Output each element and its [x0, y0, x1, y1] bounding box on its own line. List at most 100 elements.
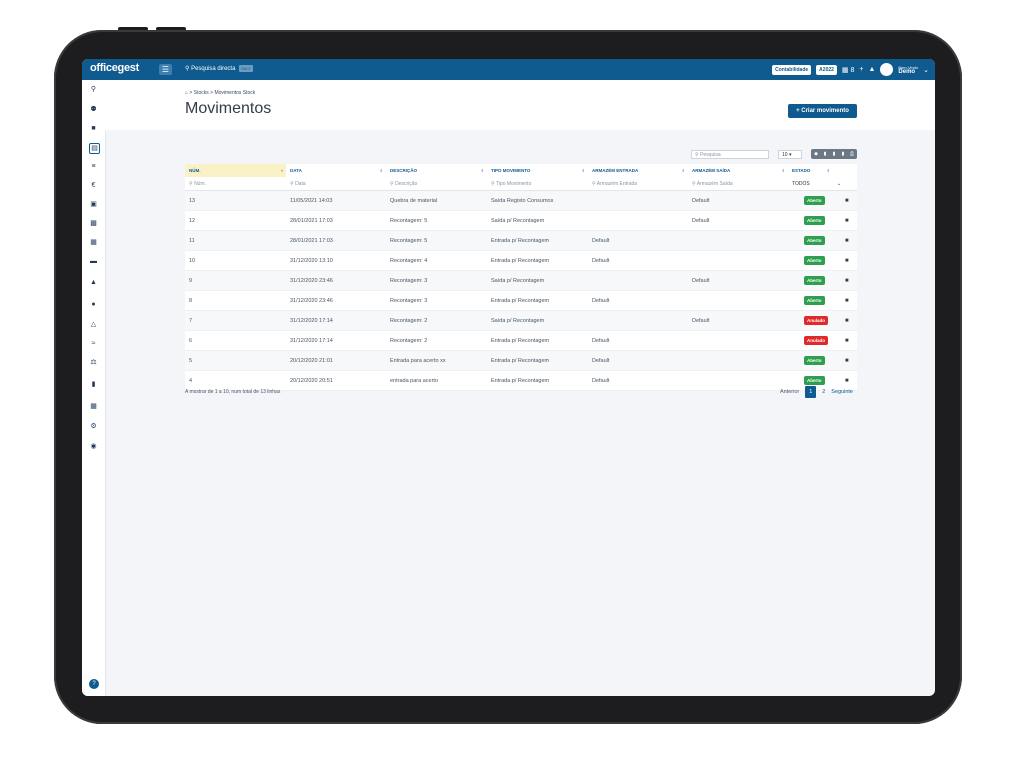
cell-date: 31/12/2020 17:14: [290, 337, 333, 344]
filter-num[interactable]: ⚲ Núm.: [185, 181, 286, 187]
col-description[interactable]: DESCRIÇÃO ⇕: [386, 168, 487, 173]
cell-warehouse-in: Default: [592, 237, 610, 244]
file-excel-icon[interactable]: ▮: [822, 151, 828, 157]
col-warehouse-in-label: ARMAZÉM ENTRADA: [592, 168, 639, 173]
cell-status: Aberto: [788, 236, 833, 245]
col-warehouse-out[interactable]: ARMAZÉM SAÍDA ⇕: [688, 168, 788, 173]
table-row[interactable]: 13 11/05/2021 14:03 Quebra de material Saíd…: [185, 191, 857, 211]
next-page-button[interactable]: Seguinte: [831, 389, 853, 395]
col-type[interactable]: TIPO MOVIMENTO ⇕: [487, 168, 588, 173]
page-length-select[interactable]: 10 ▾: [778, 149, 802, 159]
page-1-button[interactable]: 1: [805, 386, 817, 398]
table-row[interactable]: 10 31/12/2020 13:10 Recontagem: 4 Entrada p…: [185, 251, 857, 271]
table-search-input[interactable]: ⚲ Pesquisa: [691, 149, 769, 159]
stocks-chart-icon[interactable]: ▤: [89, 143, 100, 154]
file-pdf-icon[interactable]: ▮: [831, 151, 837, 157]
tag-icon[interactable]: ◆: [813, 151, 819, 157]
page-2-button[interactable]: 2: [822, 389, 825, 395]
chevron-down-icon[interactable]: ⌄: [833, 181, 857, 187]
file-csv-icon[interactable]: ▮: [840, 151, 846, 157]
menu-toggle-button[interactable]: ☰: [159, 64, 172, 75]
table-row[interactable]: 6 31/12/2020 17:14 Recontagem: 2 Entrada p/…: [185, 331, 857, 351]
cell-status: Aberto: [788, 356, 833, 365]
truck-icon[interactable]: ▬: [89, 257, 98, 266]
breadcrumb-movimentos[interactable]: Movimentos Stock: [214, 90, 255, 96]
users-icon[interactable]: ⚉: [89, 105, 98, 114]
document-icon[interactable]: ■: [845, 378, 849, 384]
table-row[interactable]: 5 20/12/2020 21:01 Entrada para acerto xx E…: [185, 351, 857, 371]
document-icon[interactable]: ■: [845, 278, 849, 284]
cell-description: Recontagem: 5: [390, 217, 428, 224]
quick-search[interactable]: ⚲ Pesquisa directa Ctrl F: [185, 65, 253, 72]
cell-actions: ■: [833, 378, 857, 384]
document-icon[interactable]: ■: [845, 358, 849, 364]
cell-type: Entrada p/ Recontagem: [491, 377, 550, 384]
col-num[interactable]: NÚM. ▾: [185, 164, 286, 177]
document-icon[interactable]: ■: [845, 218, 849, 224]
filter-status-select[interactable]: TODOS: [788, 181, 833, 187]
filter-warehouse-out[interactable]: ⚲ Armazém Saída: [688, 181, 788, 187]
list-icon[interactable]: ≡: [89, 162, 98, 171]
avatar[interactable]: [880, 63, 894, 76]
file-icon[interactable]: ▮: [89, 380, 98, 389]
year-selector[interactable]: A2022: [816, 64, 837, 75]
money-icon[interactable]: ▩: [89, 219, 98, 228]
grid-menu[interactable]: ▦ 8: [842, 66, 854, 74]
document-icon[interactable]: ■: [845, 298, 849, 304]
cell-description: Recontagem: 2: [390, 337, 428, 344]
sort-icon: ⇕: [681, 168, 685, 173]
document-icon[interactable]: ■: [845, 318, 849, 324]
user-name: Demo: [898, 68, 916, 75]
gears-icon[interactable]: ⚙: [89, 422, 98, 431]
clock-icon[interactable]: ●: [89, 300, 98, 309]
breadcrumb-stocks[interactable]: Stocks: [194, 90, 209, 96]
filter-warehouse-in[interactable]: ⚲ Armazém Entrada: [588, 181, 688, 187]
cell-description: Recontagem: 5: [390, 237, 428, 244]
table-row[interactable]: 9 31/12/2020 23:46 Recontagem: 3 Saída p/ R…: [185, 271, 857, 291]
filter-warehouse-in-placeholder: Armazém Entrada: [596, 180, 638, 187]
user-menu[interactable]: Bem-Vindo Demo: [898, 65, 918, 75]
table-row[interactable]: 12 28/01/2021 17:03 Recontagem: 5 Saída p/ …: [185, 211, 857, 231]
cell-date: 28/01/2021 17:03: [290, 217, 333, 224]
filter-date[interactable]: ⚲ Data: [286, 181, 386, 187]
filter-description[interactable]: ⚲ Descrição: [386, 181, 487, 187]
filter-type[interactable]: ⚲ Tipo Movimento: [487, 181, 588, 187]
prev-page-button[interactable]: Anterior: [780, 389, 799, 395]
support-icon[interactable]: ?: [89, 679, 99, 689]
table-row[interactable]: 8 31/12/2020 23:46 Recontagem: 3 Entrada p/…: [185, 291, 857, 311]
col-warehouse-in[interactable]: ARMAZÉM ENTRADA ⇕: [588, 168, 688, 173]
cell-type: Entrada p/ Recontagem: [491, 357, 550, 364]
filter-description-placeholder: Descrição: [395, 180, 418, 187]
col-date[interactable]: DATA ⇕: [286, 168, 386, 173]
chart-line-icon[interactable]: ≈: [89, 339, 98, 348]
table-icon[interactable]: ▦: [89, 402, 98, 411]
table-row[interactable]: 7 31/12/2020 17:14 Recontagem: 2 Saída p/ R…: [185, 311, 857, 331]
cell-num: 5: [189, 357, 193, 364]
cart-icon[interactable]: ▣: [89, 200, 98, 209]
bell-icon[interactable]: ▲: [868, 66, 875, 73]
cell-actions: ■: [833, 238, 857, 244]
col-status[interactable]: ESTADO ⇕: [788, 168, 833, 173]
cell-warehouse-out: Default: [692, 317, 710, 324]
search-icon[interactable]: ⚲: [89, 85, 98, 94]
document-icon[interactable]: ■: [845, 198, 849, 204]
table-row[interactable]: 4 20/12/2020 20:51 entrada para acerto Entr…: [185, 371, 857, 391]
archive-icon[interactable]: ■: [89, 124, 98, 133]
scale-icon[interactable]: ⚖: [89, 358, 98, 367]
euro-icon[interactable]: €: [89, 181, 98, 190]
plus-icon[interactable]: +: [859, 66, 863, 73]
table-row[interactable]: 11 28/01/2021 17:03 Recontagem: 5 Entrada p…: [185, 231, 857, 251]
document-icon[interactable]: ■: [845, 238, 849, 244]
create-movement-button[interactable]: + Criar movimento: [788, 104, 857, 118]
bank-icon[interactable]: △: [89, 320, 98, 329]
document-icon[interactable]: ■: [845, 338, 849, 344]
document-icon[interactable]: ■: [845, 258, 849, 264]
sort-icon: ⇕: [781, 168, 785, 173]
help-icon[interactable]: ◉: [89, 442, 98, 451]
sitemap-icon[interactable]: ▲: [89, 278, 98, 287]
accounting-button[interactable]: Contabilidade: [772, 64, 812, 75]
home-icon[interactable]: ⌂: [185, 90, 188, 96]
calculator-icon[interactable]: ▦: [89, 238, 98, 247]
print-icon[interactable]: ⎙: [849, 151, 855, 157]
chevron-down-icon[interactable]: ⌄: [923, 66, 929, 74]
